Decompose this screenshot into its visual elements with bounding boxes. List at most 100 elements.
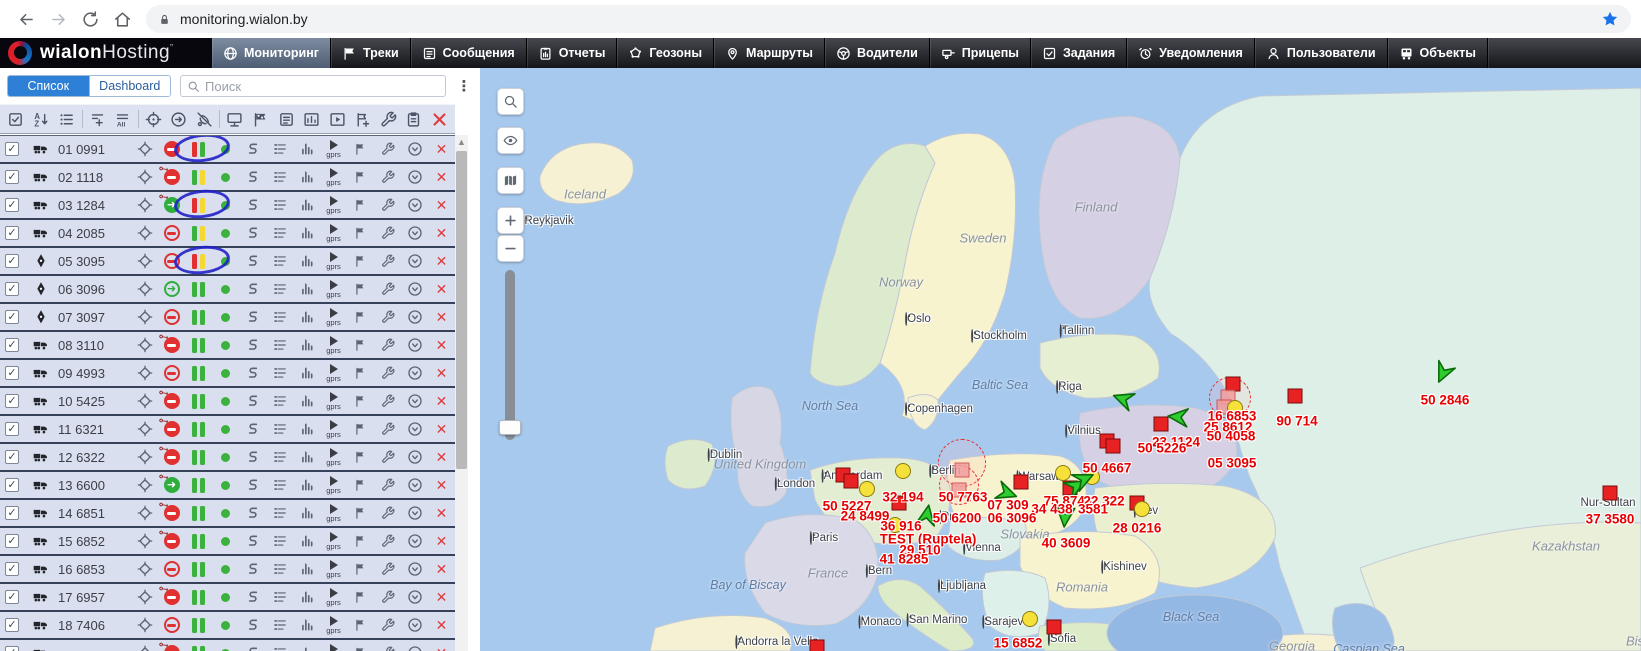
map-zoom-slider-handle[interactable] — [499, 420, 521, 435]
nav-item-steering-wheel[interactable]: Водители — [825, 38, 930, 68]
quick-report-icon[interactable] — [293, 198, 320, 212]
unit-checkbox[interactable]: ✓ — [5, 142, 19, 156]
quick-messages-icon[interactable] — [266, 450, 293, 464]
quick-track-icon[interactable] — [239, 449, 266, 465]
events-registrar-flag-icon[interactable] — [347, 394, 374, 408]
events-registrar-flag-icon[interactable] — [347, 478, 374, 492]
actions-menu-icon[interactable] — [401, 505, 428, 521]
unit-marker-square[interactable] — [844, 474, 859, 489]
actions-menu-icon[interactable] — [401, 617, 428, 633]
actions-menu-icon[interactable] — [401, 309, 428, 325]
send-command-gprs-icon[interactable]: gprs — [320, 448, 347, 467]
browser-home-button[interactable] — [106, 3, 138, 35]
show-on-map-icon[interactable] — [131, 589, 158, 605]
quick-track-icon[interactable] — [239, 169, 266, 185]
show-on-map-icon[interactable] — [131, 309, 158, 325]
unit-map-label[interactable]: 15 6852 — [994, 636, 1043, 651]
map-zoom-slider[interactable] — [505, 270, 515, 440]
unit-row[interactable]: ✓01 0991gprs✕ — [0, 136, 455, 162]
show-on-map-icon[interactable] — [131, 393, 158, 409]
remove-from-list-icon[interactable]: ✕ — [428, 365, 455, 382]
nav-item-message-window[interactable]: Сообщения — [411, 38, 527, 68]
unit-properties-wrench-icon[interactable] — [374, 142, 401, 156]
unit-marker-square[interactable] — [1603, 486, 1618, 501]
toolbar-sat-off-icon[interactable] — [192, 107, 218, 131]
unit-checkbox[interactable]: ✓ — [5, 394, 19, 408]
events-registrar-flag-icon[interactable] — [347, 254, 374, 268]
events-registrar-flag-icon[interactable] — [347, 366, 374, 380]
events-registrar-flag-icon[interactable] — [347, 450, 374, 464]
show-on-map-icon[interactable] — [131, 225, 158, 241]
toolbar-flag-add-icon[interactable] — [350, 107, 376, 131]
send-command-gprs-icon[interactable]: gprs — [320, 252, 347, 271]
quick-track-icon[interactable] — [239, 281, 266, 297]
remove-from-list-icon[interactable]: ✕ — [428, 253, 455, 270]
events-registrar-flag-icon[interactable] — [347, 506, 374, 520]
unit-properties-wrench-icon[interactable] — [374, 422, 401, 436]
unit-map-label[interactable]: 50 7763 — [939, 490, 988, 505]
unit-properties-wrench-icon[interactable] — [374, 394, 401, 408]
quick-messages-icon[interactable] — [266, 478, 293, 492]
events-registrar-flag-icon[interactable] — [347, 310, 374, 324]
unit-checkbox[interactable]: ✓ — [5, 226, 19, 240]
map-control-search-button[interactable] — [497, 88, 524, 115]
unit-marker-circle[interactable] — [1134, 501, 1150, 517]
unit-map-label[interactable]: 90 714 — [1276, 414, 1317, 429]
unit-properties-wrench-icon[interactable] — [374, 282, 401, 296]
unit-map-label[interactable]: 50 4667 — [1083, 461, 1132, 476]
quick-messages-icon[interactable] — [266, 366, 293, 380]
unit-checkbox[interactable]: ✓ — [5, 198, 19, 212]
unit-marker-square[interactable] — [1106, 439, 1121, 454]
toolbar-checkbox-icon[interactable] — [3, 107, 29, 131]
show-on-map-icon[interactable] — [131, 645, 158, 651]
actions-menu-icon[interactable] — [401, 533, 428, 549]
unit-map-label[interactable]: 37 3580 — [1586, 512, 1635, 527]
quick-messages-icon[interactable] — [266, 142, 293, 156]
unit-properties-wrench-icon[interactable] — [374, 226, 401, 240]
quick-report-icon[interactable] — [293, 506, 320, 520]
show-on-map-icon[interactable] — [131, 449, 158, 465]
tab-list[interactable]: Список — [8, 76, 89, 96]
quick-report-icon[interactable] — [293, 282, 320, 296]
toolbar-monitor-icon[interactable] — [222, 107, 248, 131]
remove-from-list-icon[interactable]: ✕ — [428, 617, 455, 634]
unit-row[interactable]: ✓07 3097gprs✕ — [0, 304, 455, 330]
send-command-gprs-icon[interactable]: gprs — [320, 644, 347, 651]
remove-from-list-icon[interactable]: ✕ — [428, 197, 455, 214]
quick-report-icon[interactable] — [293, 534, 320, 548]
panel-menu-dots-icon[interactable]: ⋮ — [455, 77, 473, 95]
send-command-gprs-icon[interactable]: gprs — [320, 140, 347, 159]
unit-map-label[interactable]: 06 3096 — [988, 511, 1037, 526]
events-registrar-flag-icon[interactable] — [347, 422, 374, 436]
unit-map-label[interactable]: 28 0216 — [1113, 521, 1162, 536]
unit-properties-wrench-icon[interactable] — [374, 646, 401, 651]
quick-track-icon[interactable] — [239, 365, 266, 381]
quick-messages-icon[interactable] — [266, 394, 293, 408]
toolbar-wrench-icon[interactable] — [375, 107, 401, 131]
unit-map-label[interactable]: 05 3095 — [1208, 456, 1257, 471]
quick-messages-icon[interactable] — [266, 506, 293, 520]
nav-item-route-pin[interactable]: Маршруты — [714, 38, 825, 68]
nav-item-job-check[interactable]: Задания — [1031, 38, 1127, 68]
events-registrar-flag-icon[interactable] — [347, 618, 374, 632]
toolbar-arrow-circle-icon[interactable] — [166, 107, 192, 131]
remove-from-list-icon[interactable]: ✕ — [428, 169, 455, 186]
unit-properties-wrench-icon[interactable] — [374, 170, 401, 184]
send-command-gprs-icon[interactable]: gprs — [320, 532, 347, 551]
quick-messages-icon[interactable] — [266, 618, 293, 632]
events-registrar-flag-icon[interactable] — [347, 562, 374, 576]
unit-row[interactable]: ✓03 1284➜gprs✕ — [0, 192, 455, 218]
unit-marker-square[interactable] — [1288, 389, 1303, 404]
browser-forward-button[interactable] — [42, 3, 74, 35]
unit-row[interactable]: ✓17 6957gprs✕ — [0, 584, 455, 610]
send-command-gprs-icon[interactable]: gprs — [320, 196, 347, 215]
quick-report-icon[interactable] — [293, 646, 320, 651]
send-command-gprs-icon[interactable]: gprs — [320, 476, 347, 495]
quick-track-icon[interactable] — [239, 421, 266, 437]
unit-properties-wrench-icon[interactable] — [374, 310, 401, 324]
send-command-gprs-icon[interactable]: gprs — [320, 560, 347, 579]
actions-menu-icon[interactable] — [401, 141, 428, 157]
toolbar-message-window-icon[interactable] — [273, 107, 299, 131]
unit-checkbox[interactable]: ✓ — [5, 562, 19, 576]
quick-track-icon[interactable] — [239, 505, 266, 521]
